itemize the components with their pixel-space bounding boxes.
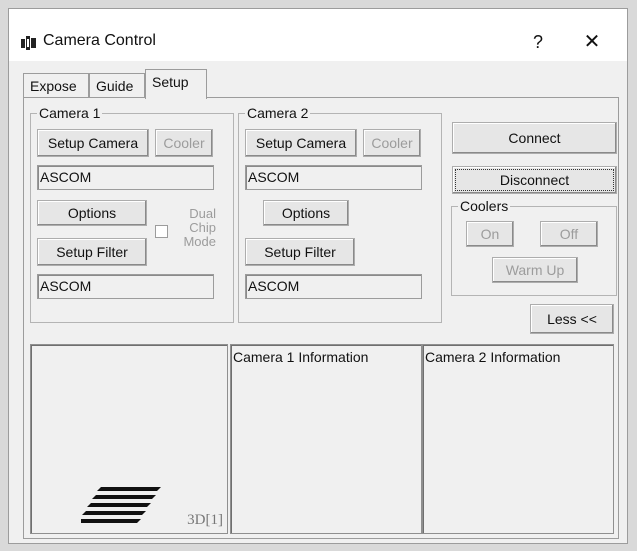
camera2-driver-field[interactable]: ASCOM: [245, 165, 422, 190]
camera2-setup-camera-button[interactable]: Setup Camera: [245, 129, 357, 157]
camera1-group-label: Camera 1: [37, 105, 103, 121]
dual-chip-mode-label: Dual Chip Mode: [183, 206, 216, 249]
close-button[interactable]: ✕: [573, 26, 611, 58]
camera2-setup-filter-button[interactable]: Setup Filter: [245, 238, 355, 266]
tab-expose[interactable]: Expose: [23, 73, 89, 97]
title-bar: Camera Control ? ✕: [9, 9, 627, 61]
camera2-info-title: Camera 2 Information: [425, 349, 561, 365]
coolers-off-button[interactable]: Off: [540, 221, 598, 247]
camera1-group: Camera 1 Setup Camera Cooler ASCOM Optio…: [30, 105, 234, 323]
connect-label: Connect: [508, 130, 561, 146]
camera2-group: Camera 2 Setup Camera Cooler ASCOM Optio…: [238, 105, 442, 323]
stripes-icon: [81, 487, 161, 523]
camera1-driver-field[interactable]: ASCOM: [37, 165, 214, 190]
camera1-options-button[interactable]: Options: [37, 200, 147, 226]
camera1-filter-field[interactable]: ASCOM: [37, 274, 214, 299]
coolers-group: Coolers On Off Warm Up: [451, 198, 617, 296]
window-title: Camera Control: [43, 32, 156, 49]
camera2-options-button[interactable]: Options: [263, 200, 349, 226]
disconnect-label: Disconnect: [499, 172, 570, 188]
camera2-filter-field[interactable]: ASCOM: [245, 274, 422, 299]
camera1-info-panel: Camera 1 Information: [230, 344, 422, 534]
less-button[interactable]: Less <<: [530, 304, 614, 334]
camera2-cooler-button[interactable]: Cooler: [363, 129, 421, 157]
help-button[interactable]: ?: [519, 26, 557, 58]
connect-button[interactable]: Connect: [452, 122, 617, 154]
preview-panel: 3D[1]: [30, 344, 228, 534]
camera2-info-panel: Camera 2 Information: [422, 344, 614, 534]
camera1-info-title: Camera 1 Information: [233, 349, 369, 365]
camera-control-window: Camera Control ? ✕ Expose Guide Setup Ca…: [8, 8, 628, 544]
coolers-on-button[interactable]: On: [466, 221, 514, 247]
tab-setup[interactable]: Setup: [145, 69, 207, 99]
camera1-setup-filter-button[interactable]: Setup Filter: [37, 238, 147, 266]
dual-chip-mode-checkbox[interactable]: [155, 225, 168, 238]
warm-up-button[interactable]: Warm Up: [492, 257, 578, 283]
camera1-setup-camera-button[interactable]: Setup Camera: [37, 129, 149, 157]
setup-tab-panel: Camera 1 Setup Camera Cooler ASCOM Optio…: [23, 97, 619, 539]
camera-app-icon: [21, 36, 36, 50]
disconnect-button[interactable]: Disconnect: [452, 166, 617, 194]
coolers-group-label: Coolers: [458, 198, 511, 214]
preview-label: 3D[1]: [187, 512, 223, 528]
camera1-cooler-button[interactable]: Cooler: [155, 129, 213, 157]
tab-guide[interactable]: Guide: [89, 73, 145, 97]
camera2-group-label: Camera 2: [245, 105, 311, 121]
